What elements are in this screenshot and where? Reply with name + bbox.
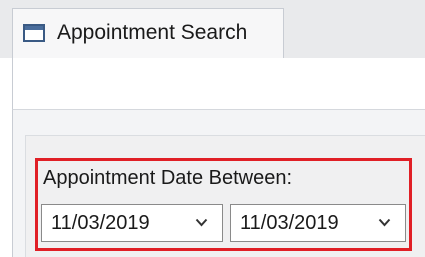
to-date-value: 11/03/2019	[240, 212, 339, 234]
from-date-value: 11/03/2019	[51, 212, 150, 234]
window-icon	[23, 24, 45, 42]
to-date-dropdown[interactable]: 11/03/2019	[230, 204, 406, 242]
tab-appointment-search[interactable]: Appointment Search	[12, 8, 284, 58]
tab-label: Appointment Search	[57, 21, 248, 44]
from-date-dropdown[interactable]: 11/03/2019	[41, 204, 223, 242]
chevron-down-icon	[195, 218, 208, 227]
tab-bar: Appointment Search	[0, 0, 425, 58]
appointment-date-label: Appointment Date Between:	[43, 167, 293, 189]
chevron-down-icon	[378, 218, 391, 227]
toolbar-area	[12, 58, 425, 110]
